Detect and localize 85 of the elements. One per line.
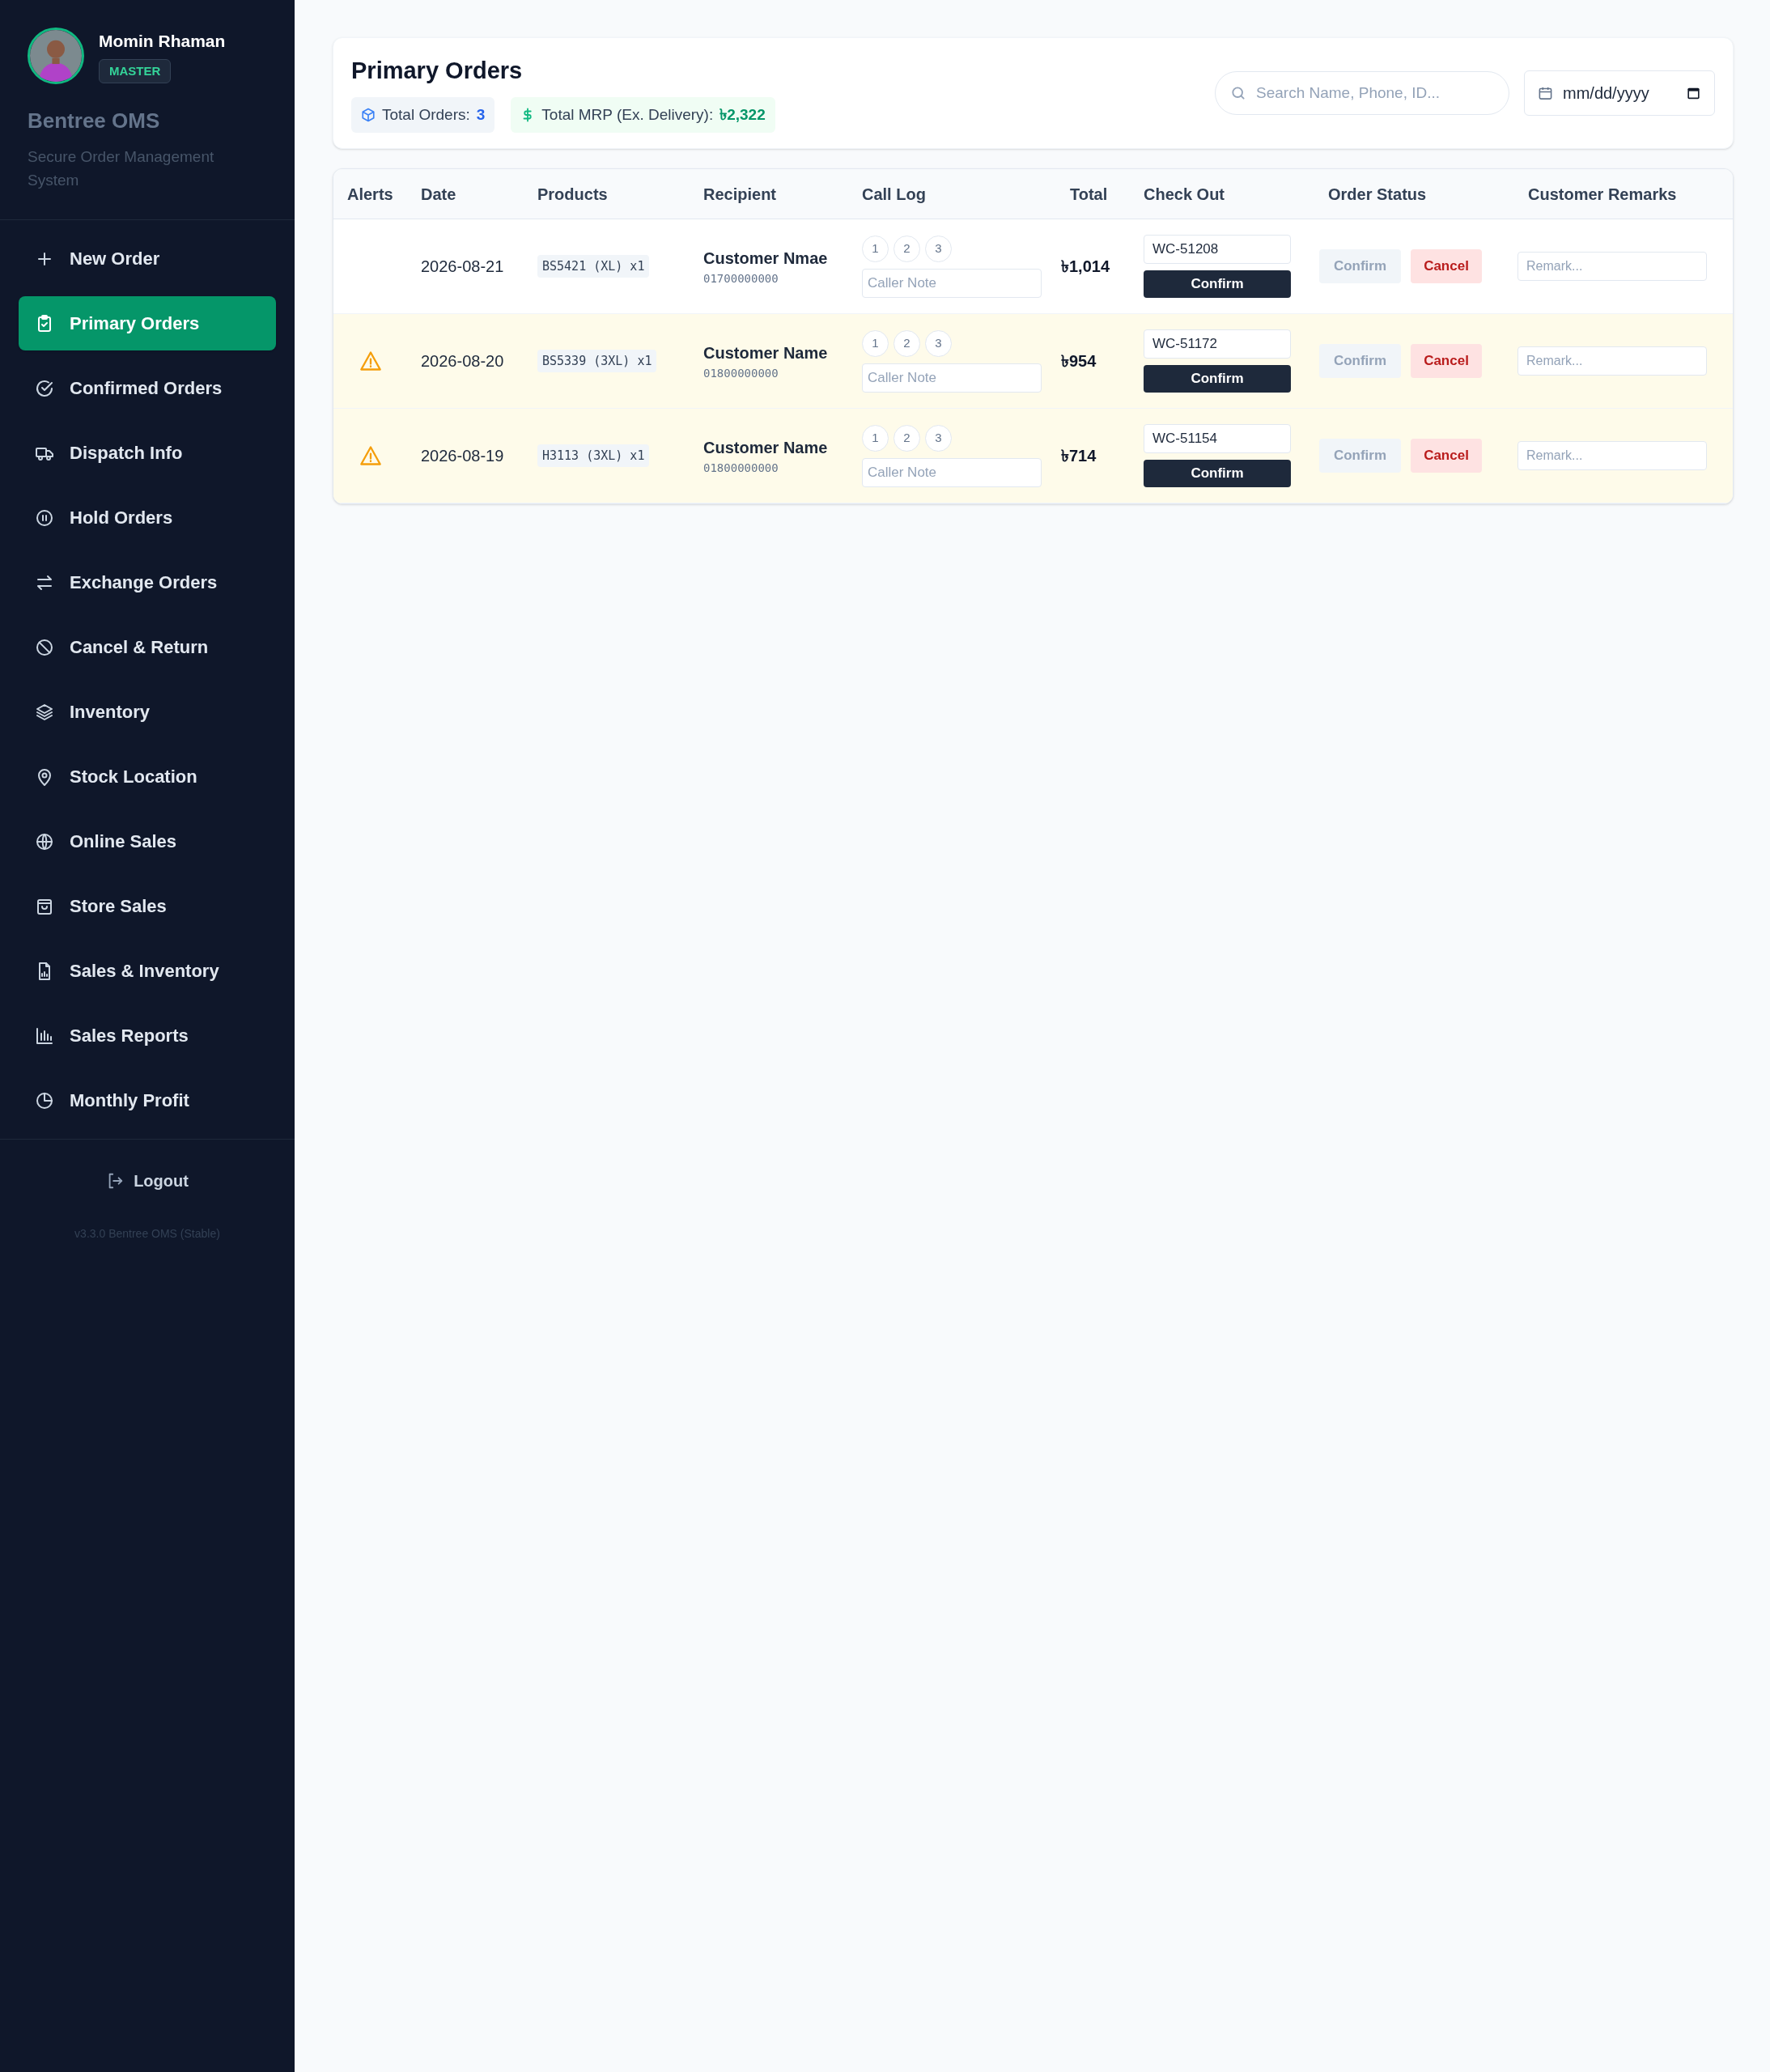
customer-name: Customer Name <box>703 437 829 458</box>
product-tag: BS5339 (3XL) x1 <box>537 349 657 373</box>
column-header: Check Out <box>1143 184 1226 205</box>
caller-note-field[interactable]: Caller Note <box>862 268 1042 298</box>
sidebar-item[interactable]: Dispatch Info <box>19 426 276 480</box>
date-text: 2026-08-20 <box>421 352 504 370</box>
call-attempt-button[interactable]: 1 <box>862 424 889 452</box>
app-subtitle: Secure Order Management System <box>28 147 215 190</box>
remark-field[interactable]: Remark... <box>1517 441 1707 470</box>
checkout-confirm-button[interactable]: Confirm <box>1144 365 1291 393</box>
sidebar-item[interactable]: Hold Orders <box>19 490 276 545</box>
total-amount: ৳1,014 <box>1061 257 1110 275</box>
warning-icon <box>359 445 382 466</box>
sidebar-item[interactable]: Cancel & Return <box>19 620 276 674</box>
sidebar-item[interactable]: Sales Reports <box>19 1008 276 1063</box>
warning-icon <box>359 350 382 372</box>
total-amount: ৳954 <box>1061 352 1097 370</box>
page-title: Primary Orders <box>351 57 524 85</box>
sidebar-item[interactable]: Stock Location <box>19 749 276 804</box>
cancel-button[interactable]: Cancel <box>1411 249 1482 283</box>
layers-icon <box>35 702 54 722</box>
search-input[interactable]: Search Name, Phone, ID... <box>1256 81 1494 105</box>
product-tag: BS5421 (XL) x1 <box>537 254 650 278</box>
checkout-id-field[interactable]: WC-51154 <box>1144 424 1291 453</box>
check-circle-icon <box>35 378 54 398</box>
column-header: Recipient <box>702 184 778 205</box>
sidebar-item[interactable]: Online Sales <box>19 814 276 868</box>
checkout-id-field[interactable]: WC-51172 <box>1144 329 1291 359</box>
call-attempt-button[interactable]: 2 <box>893 424 920 452</box>
user-name: Momin Rhaman <box>99 31 226 52</box>
phone-number: 01700000000 <box>703 270 779 287</box>
remark-field[interactable]: Remark... <box>1517 252 1707 281</box>
globe-icon <box>35 831 54 851</box>
date-picker[interactable]: mm/dd/yyyy <box>1524 70 1715 116</box>
call-attempt-button[interactable]: 1 <box>862 329 889 357</box>
date-input[interactable]: mm/dd/yyyy <box>1563 81 1676 105</box>
call-attempt-button[interactable]: 3 <box>925 329 952 357</box>
logout-button[interactable]: Logout <box>106 1169 189 1193</box>
box-icon <box>361 107 376 122</box>
customer-name: Customer Name <box>703 342 829 363</box>
phone-number: 01800000000 <box>703 460 779 476</box>
sidebar-item[interactable]: Exchange Orders <box>19 555 276 609</box>
call-attempt-button[interactable]: 1 <box>862 235 889 262</box>
date-text: 2026-08-19 <box>421 447 504 465</box>
column-header: Call Log <box>861 184 927 205</box>
search-icon <box>1230 85 1246 101</box>
pie-chart-icon <box>35 1090 54 1110</box>
total-orders-badge: Total Orders: 3 <box>351 96 495 133</box>
sidebar-item[interactable]: Confirmed Orders <box>19 361 276 415</box>
sidebar-item[interactable]: Monthly Profit <box>19 1073 276 1127</box>
checkout-confirm-button[interactable]: Confirm <box>1144 270 1291 298</box>
role-badge: MASTER <box>99 58 172 83</box>
caller-note-field[interactable]: Caller Note <box>862 363 1042 393</box>
bar-chart-icon <box>35 1025 54 1046</box>
pause-icon <box>35 507 54 528</box>
sidebar-item[interactable]: New Order <box>19 231 276 286</box>
date-text: 2026-08-21 <box>421 257 504 275</box>
checkout-id-field[interactable]: WC-51208 <box>1144 235 1291 264</box>
call-attempt-button[interactable]: 3 <box>925 235 952 262</box>
call-attempt-button[interactable]: 3 <box>925 424 952 452</box>
phone-number: 01800000000 <box>703 365 779 381</box>
remark-field[interactable]: Remark... <box>1517 346 1707 376</box>
total-mrp-badge: Total MRP (Ex. Delivery): ৳2,322 <box>511 96 775 133</box>
cancel-button[interactable]: Cancel <box>1411 439 1482 473</box>
calendar-icon <box>1538 85 1553 101</box>
sidebar-item[interactable]: Store Sales <box>19 879 276 933</box>
ban-icon <box>35 637 54 657</box>
app-title: Bentree OMS <box>28 108 161 134</box>
column-header: Products <box>537 184 609 205</box>
sidebar-item[interactable]: Inventory <box>19 685 276 739</box>
product-tag: H3113 (3XL) x1 <box>537 444 650 468</box>
column-header: Total <box>1069 184 1109 205</box>
total-amount: ৳714 <box>1061 447 1097 465</box>
column-header: Date <box>420 184 457 205</box>
sidebar-item[interactable]: Sales & Inventory <box>19 944 276 998</box>
sidebar-item[interactable]: Primary Orders <box>19 296 276 350</box>
checkout-confirm-button[interactable]: Confirm <box>1144 460 1291 487</box>
cancel-button[interactable]: Cancel <box>1411 344 1482 378</box>
column-header: Order Status <box>1327 184 1428 205</box>
call-attempt-button[interactable]: 2 <box>893 235 920 262</box>
column-header: Alerts <box>346 184 394 205</box>
caller-note-field[interactable]: Caller Note <box>862 457 1042 487</box>
customer-name: Customer Nmae <box>703 248 829 269</box>
column-header: Customer Remarks <box>1527 184 1678 205</box>
call-attempt-button[interactable]: 2 <box>893 329 920 357</box>
